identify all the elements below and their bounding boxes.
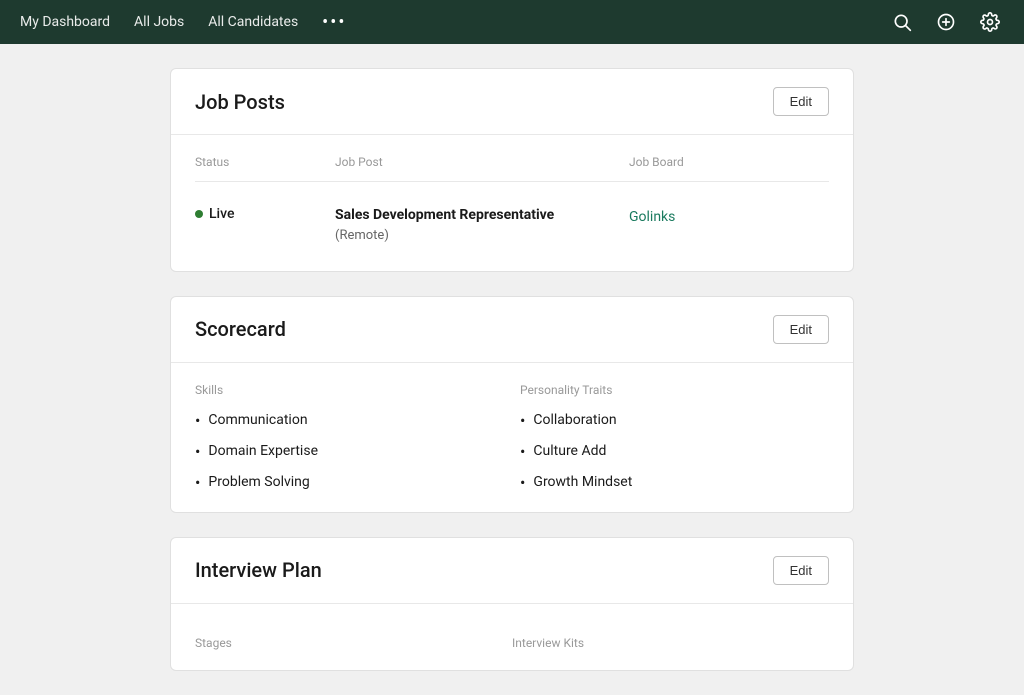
status-live: Live	[195, 206, 335, 222]
scorecard-personality-column: Personality Traits Collaboration Culture…	[520, 383, 829, 492]
col-jobboard-label: Job Board	[629, 155, 829, 169]
job-posts-card: Job Posts Edit Status Job Post Job Board…	[170, 68, 854, 272]
interview-plan-card-header: Interview Plan Edit	[171, 538, 853, 604]
scorecard-skills-column: Skills Communication Domain Expertise Pr…	[195, 383, 504, 492]
gear-icon[interactable]	[976, 8, 1004, 36]
job-posts-edit-button[interactable]: Edit	[773, 87, 829, 116]
list-item: Communication	[195, 411, 504, 430]
job-post-title: Sales Development Representative	[335, 206, 629, 226]
list-item: Domain Expertise	[195, 442, 504, 461]
list-item: Problem Solving	[195, 473, 504, 492]
nav-more-button[interactable]: •••	[322, 12, 346, 33]
job-board-cell: Golinks	[629, 206, 829, 225]
list-item: Culture Add	[520, 442, 829, 461]
interview-kits-label: Interview Kits	[512, 636, 829, 650]
list-item: Growth Mindset	[520, 473, 829, 492]
nav-all-jobs[interactable]: All Jobs	[134, 14, 184, 30]
scorecard-card-header: Scorecard Edit	[171, 297, 853, 363]
scorecard-card-body: Skills Communication Domain Expertise Pr…	[171, 363, 853, 512]
stages-label: Stages	[195, 636, 512, 650]
status-dot-live	[195, 210, 203, 218]
personality-list: Collaboration Culture Add Growth Mindset	[520, 411, 829, 492]
nav-my-dashboard[interactable]: My Dashboard	[20, 14, 110, 30]
job-posts-card-header: Job Posts Edit	[171, 69, 853, 135]
search-icon[interactable]	[888, 8, 916, 36]
skills-list: Communication Domain Expertise Problem S…	[195, 411, 504, 492]
list-item: Collaboration	[520, 411, 829, 430]
navbar: My Dashboard All Jobs All Candidates •••	[0, 0, 1024, 44]
interview-plan-card: Interview Plan Edit Stages Interview Kit…	[170, 537, 854, 671]
job-post-subtitle: (Remote)	[335, 228, 629, 243]
interview-table-header: Stages Interview Kits	[195, 624, 829, 650]
scorecard-edit-button[interactable]: Edit	[773, 315, 829, 344]
table-row: Live Sales Development Representative (R…	[195, 198, 829, 251]
col-status-label: Status	[195, 155, 335, 169]
job-posts-table-header: Status Job Post Job Board	[195, 155, 829, 182]
interview-plan-edit-button[interactable]: Edit	[773, 556, 829, 585]
job-board-link[interactable]: Golinks	[629, 209, 675, 225]
personality-label: Personality Traits	[520, 383, 829, 397]
job-post-info: Sales Development Representative (Remote…	[335, 206, 629, 243]
scorecard-card: Scorecard Edit Skills Communication Doma…	[170, 296, 854, 513]
interview-plan-card-body: Stages Interview Kits	[171, 604, 853, 670]
scorecard-columns: Skills Communication Domain Expertise Pr…	[195, 383, 829, 492]
nav-icon-group	[888, 8, 1004, 36]
status-live-label: Live	[209, 206, 234, 222]
scorecard-title: Scorecard	[195, 317, 286, 341]
job-posts-card-body: Status Job Post Job Board Live Sales Dev…	[171, 135, 853, 271]
skills-label: Skills	[195, 383, 504, 397]
job-posts-title: Job Posts	[195, 90, 285, 114]
col-jobpost-label: Job Post	[335, 155, 629, 169]
add-circle-icon[interactable]	[932, 8, 960, 36]
nav-all-candidates[interactable]: All Candidates	[208, 14, 298, 30]
interview-plan-title: Interview Plan	[195, 558, 322, 582]
main-content: Job Posts Edit Status Job Post Job Board…	[0, 44, 1024, 695]
